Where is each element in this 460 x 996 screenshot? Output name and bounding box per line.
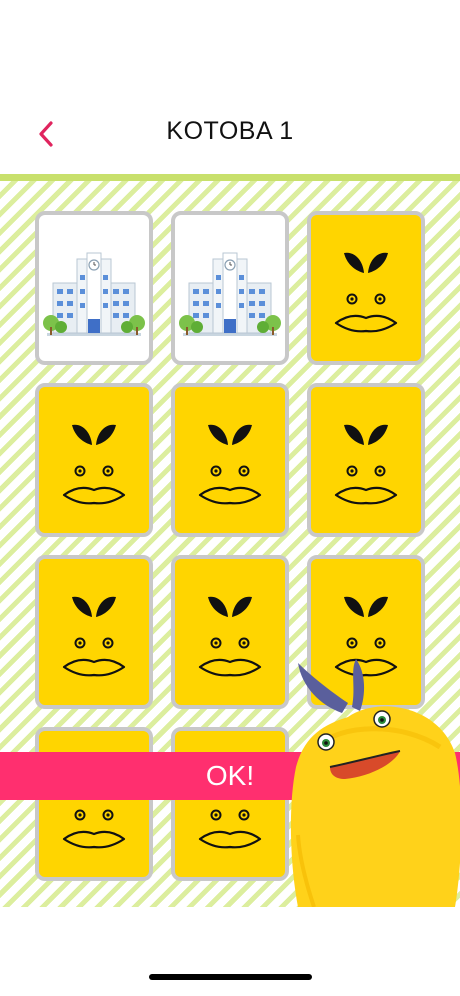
memory-card-face-down[interactable] bbox=[35, 727, 153, 881]
school-building-icon bbox=[179, 252, 281, 336]
duck-face-icon bbox=[334, 424, 398, 505]
duck-face-icon bbox=[62, 596, 126, 677]
ok-label: OK! bbox=[205, 760, 255, 791]
school-building-icon bbox=[43, 252, 145, 336]
home-indicator[interactable] bbox=[149, 974, 312, 980]
memory-card-face-down[interactable] bbox=[171, 727, 289, 881]
memory-card-face-down[interactable] bbox=[171, 383, 289, 537]
memory-card-face-down[interactable] bbox=[171, 555, 289, 709]
duck-face-icon bbox=[198, 424, 262, 505]
duck-face-icon bbox=[62, 424, 126, 505]
page-title: KOTOBA 1 bbox=[166, 117, 294, 145]
header: KOTOBA 1 bbox=[0, 0, 460, 174]
bottom-area bbox=[0, 907, 460, 996]
memory-card-face-down[interactable] bbox=[35, 555, 153, 709]
header-divider bbox=[0, 174, 460, 181]
memory-card-face-down[interactable] bbox=[307, 383, 425, 537]
memory-card-face-down[interactable] bbox=[307, 211, 425, 365]
memory-card-school[interactable] bbox=[35, 211, 153, 365]
yellow-mascot-icon bbox=[290, 659, 460, 907]
duck-face-icon bbox=[198, 596, 262, 677]
memory-card-face-down[interactable] bbox=[35, 383, 153, 537]
memory-card-school[interactable] bbox=[171, 211, 289, 365]
duck-face-icon bbox=[334, 252, 398, 333]
